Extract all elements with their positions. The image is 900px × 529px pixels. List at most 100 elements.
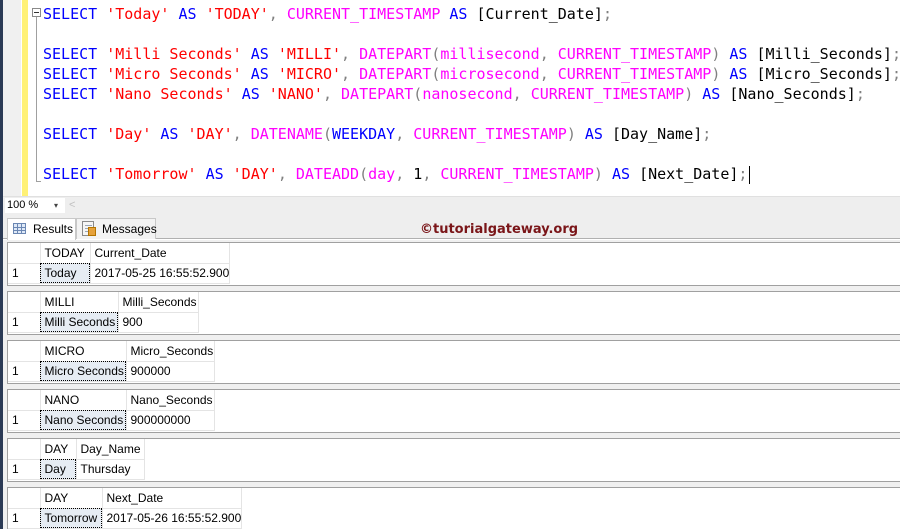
scroll-left-arrow-icon[interactable]: < [69, 198, 75, 213]
grid-cell[interactable]: 2017-05-25 16:55:52.900 [90, 263, 231, 284]
grid-cell-selected[interactable]: Today [40, 263, 91, 284]
grid-corner-cell[interactable] [8, 390, 41, 411]
result-grid-pane[interactable]: DAY Next_Date 1 Tomorrow 2017-05-26 16:55:52… [7, 487, 900, 529]
table-row[interactable]: 1 Today 2017-05-25 16:55:52.900 [8, 263, 231, 284]
code-token: AS [250, 45, 269, 63]
code-token: ) [593, 165, 603, 183]
code-token: ) [684, 85, 694, 103]
result-grid-pane[interactable]: TODAY Current_Date 1 Today 2017-05-25 16:55:… [7, 242, 900, 286]
result-grid[interactable]: TODAY Current_Date 1 Today 2017-05-25 16:55:… [8, 243, 231, 284]
code-token: CURRENT_TIMESTAMP [557, 65, 712, 83]
code-token: AS [702, 85, 721, 103]
result-grid[interactable]: DAY Day_Name 1 Day Thursday [8, 439, 145, 480]
result-grid[interactable]: NANO Nano_Seconds 1 Nano Seconds 900000000 [8, 390, 215, 431]
column-header[interactable]: Day_Name [76, 439, 145, 460]
code-token: SELECT [43, 45, 98, 63]
grid-cell[interactable]: 900 [118, 312, 199, 333]
code-line[interactable]: SELECT 'Tomorrow' AS 'DAY', DATEADD(day,… [43, 164, 751, 184]
code-token: ) [711, 65, 721, 83]
result-grid-pane[interactable]: DAY Day_Name 1 Day Thursday [7, 438, 900, 482]
grid-cell-selected[interactable]: Day [40, 459, 77, 480]
column-header[interactable]: Micro_Seconds [126, 341, 215, 362]
code-token: DATENAME [250, 125, 323, 143]
result-grid-pane[interactable]: MICRO Micro_Seconds 1 Micro Seconds 900000 [7, 340, 900, 384]
code-line[interactable]: SELECT 'Milli Seconds' AS 'MILLI', DATEP… [43, 44, 900, 64]
code-token: ; [855, 85, 865, 103]
grid-corner-cell[interactable] [8, 341, 41, 362]
table-row[interactable]: 1 Nano Seconds 900000000 [8, 410, 215, 431]
code-line[interactable]: SELECT 'Micro Seconds' AS 'MICRO', DATEP… [43, 64, 900, 84]
tab-messages[interactable]: Messages [76, 218, 157, 239]
column-header[interactable]: TODAY [40, 243, 91, 264]
grid-cell[interactable]: 2017-05-26 16:55:52.900 [102, 508, 243, 529]
column-header[interactable]: NANO [40, 390, 127, 411]
code-token: , [341, 65, 360, 83]
row-number[interactable]: 1 [8, 312, 41, 333]
code-token: AS [205, 165, 224, 183]
code-token: ( [359, 165, 369, 183]
column-header[interactable]: DAY [40, 488, 103, 509]
table-row[interactable]: 1 Day Thursday [8, 459, 145, 480]
code-token: , [232, 125, 251, 143]
column-header[interactable]: MILLI [40, 292, 119, 313]
column-header[interactable]: MICRO [40, 341, 127, 362]
code-line[interactable]: SELECT 'Nano Seconds' AS 'NANO', DATEPAR… [43, 84, 865, 104]
code-token: AS [160, 125, 179, 143]
grid-corner-cell[interactable] [8, 488, 41, 509]
grid-corner-cell[interactable] [8, 243, 41, 264]
column-header[interactable]: Next_Date [102, 488, 243, 509]
grid-cell-selected[interactable]: Milli Seconds [40, 312, 119, 333]
code-line[interactable]: SELECT 'Today' AS 'TODAY', CURRENT_TIMES… [43, 4, 612, 24]
grid-cell-selected[interactable]: Nano Seconds [40, 410, 127, 431]
code-token: DATEPART [341, 85, 414, 103]
result-grid[interactable]: DAY Next_Date 1 Tomorrow 2017-05-26 16:55:52… [8, 488, 243, 529]
code-token: , [341, 45, 360, 63]
query-editor[interactable]: SELECT 'Today' AS 'TODAY', CURRENT_TIMES… [3, 0, 900, 196]
grid-header-row: DAY Day_Name [8, 439, 145, 460]
column-header[interactable]: Milli_Seconds [118, 292, 199, 313]
table-row[interactable]: 1 Milli Seconds 900 [8, 312, 199, 333]
collapse-icon[interactable] [32, 8, 41, 17]
row-number[interactable]: 1 [8, 263, 41, 284]
table-row[interactable]: 1 Micro Seconds 900000 [8, 361, 215, 382]
code-token: , [322, 85, 342, 103]
row-number[interactable]: 1 [8, 410, 41, 431]
grid-cell[interactable]: Thursday [76, 459, 145, 480]
result-grid[interactable]: MILLI Milli_Seconds 1 Milli Seconds 900 [8, 292, 199, 333]
grid-cell[interactable]: 900000000 [126, 410, 215, 431]
column-header[interactable]: Current_Date [90, 243, 231, 264]
table-row[interactable]: 1 Tomorrow 2017-05-26 16:55:52.900 [8, 508, 243, 529]
editor-gutter [3, 0, 21, 196]
code-token: SELECT [43, 165, 98, 183]
grid-header-row: MILLI Milli_Seconds [8, 292, 199, 313]
column-header[interactable]: DAY [40, 439, 77, 460]
code-line[interactable]: SELECT 'Day' AS 'DAY', DATENAME(WEEKDAY,… [43, 124, 711, 144]
grid-header-row: TODAY Current_Date [8, 243, 231, 264]
row-number[interactable]: 1 [8, 508, 41, 529]
grid-cell-selected[interactable]: Tomorrow [40, 508, 103, 529]
result-grid[interactable]: MICRO Micro_Seconds 1 Micro Seconds 900000 [8, 341, 215, 382]
code-token: 'TODAY' [205, 5, 269, 23]
code-token: 'Milli Seconds' [106, 45, 242, 63]
grid-corner-cell[interactable] [8, 292, 41, 313]
grid-corner-cell[interactable] [8, 439, 41, 460]
column-header[interactable]: Nano_Seconds [126, 390, 215, 411]
chevron-down-icon[interactable]: ▾ [54, 198, 58, 213]
code-token: , [277, 165, 296, 183]
row-number[interactable]: 1 [8, 361, 41, 382]
grid-cell-selected[interactable]: Micro Seconds [40, 361, 127, 382]
result-grid-pane[interactable]: NANO Nano_Seconds 1 Nano Seconds 900000000 [7, 389, 900, 433]
code-token: [Micro_Seconds] [756, 65, 892, 83]
row-number[interactable]: 1 [8, 459, 41, 480]
result-grid-pane[interactable]: MILLI Milli_Seconds 1 Milli Seconds 900 [7, 291, 900, 335]
tab-results[interactable]: Results [7, 218, 76, 240]
grid-cell[interactable]: 900000 [126, 361, 215, 382]
code-token: AS [241, 85, 260, 103]
